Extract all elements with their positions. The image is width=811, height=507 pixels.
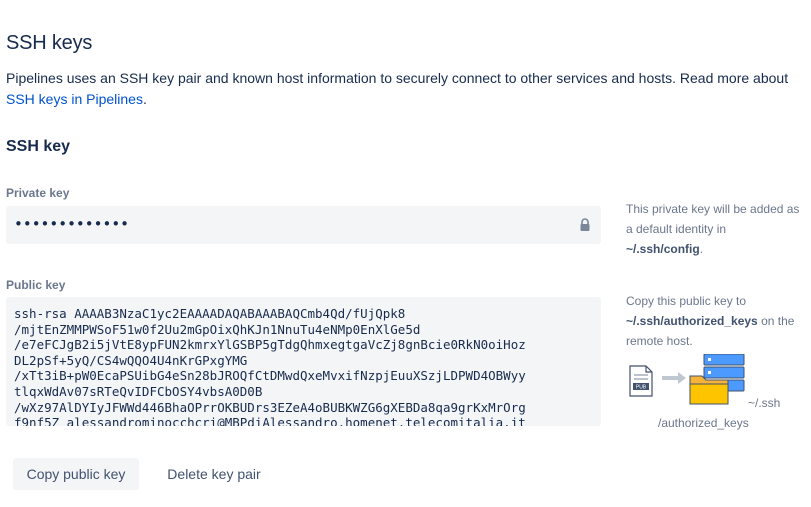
folder-icon bbox=[689, 375, 729, 405]
public-key-help: Copy this public key to ~/.ssh/authorize… bbox=[626, 291, 806, 351]
public-key-label: Public key bbox=[6, 278, 66, 292]
intro-body: Pipelines uses an SSH key pair and known… bbox=[6, 70, 789, 86]
intro-text: Pipelines uses an SSH key pair and known… bbox=[6, 68, 796, 110]
illustration-caption-authorized-keys: /authorized_keys bbox=[658, 416, 749, 430]
public-help-path: ~/.ssh/authorized_keys bbox=[626, 314, 758, 328]
pub-file-icon: PUB bbox=[629, 365, 653, 397]
section-title-ssh-key: SSH key bbox=[6, 138, 71, 155]
intro-end: . bbox=[142, 91, 147, 107]
public-key-value[interactable]: ssh-rsa AAAAB3NzaC1yc2EAAAADAQABAAABAQCm… bbox=[6, 297, 601, 426]
public-help-text: Copy this public key to bbox=[626, 294, 747, 308]
lock-icon bbox=[580, 218, 590, 231]
private-key-value: ••••••••••••• bbox=[14, 215, 130, 233]
illustration-caption-ssh-dir: ~/.ssh bbox=[748, 396, 781, 410]
arrow-right-icon bbox=[662, 372, 686, 384]
private-key-field[interactable]: ••••••••••••• bbox=[6, 206, 601, 244]
public-key-field[interactable]: ssh-rsa AAAAB3NzaC1yc2EAAAADAQABAAABAQCm… bbox=[6, 297, 601, 426]
copy-public-key-button[interactable]: Copy public key bbox=[13, 458, 139, 490]
private-help-text: This private key will be added as a defa… bbox=[626, 202, 800, 236]
private-help-end: . bbox=[699, 242, 704, 256]
private-help-path: ~/.ssh/config bbox=[626, 242, 700, 256]
ssh-keys-docs-link[interactable]: SSH keys in Pipelines bbox=[6, 91, 143, 107]
delete-key-pair-button[interactable]: Delete key pair bbox=[155, 458, 273, 490]
private-key-label: Private key bbox=[6, 186, 70, 200]
page-title: SSH keys bbox=[6, 32, 93, 54]
private-key-help: This private key will be added as a defa… bbox=[626, 199, 806, 259]
pub-badge: PUB bbox=[636, 385, 647, 391]
